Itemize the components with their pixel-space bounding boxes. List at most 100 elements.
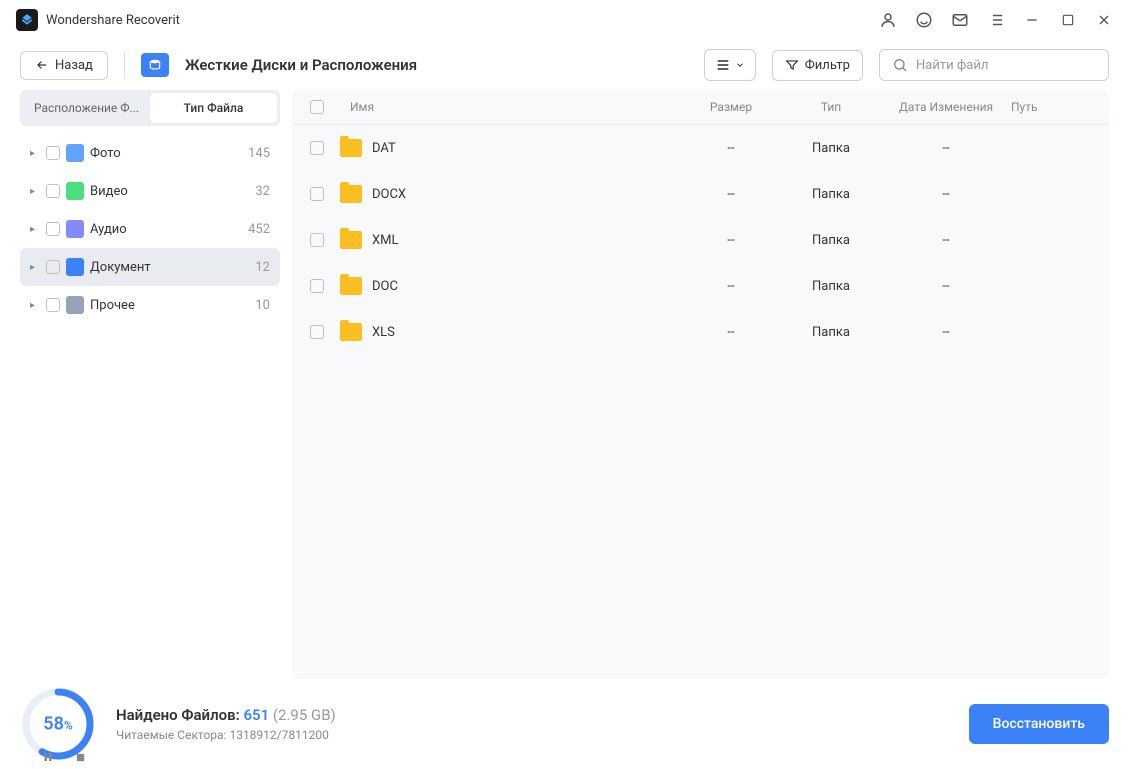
- checkbox[interactable]: [46, 260, 60, 274]
- row-date: --: [881, 325, 1011, 340]
- search-box[interactable]: [879, 49, 1109, 81]
- photo-icon: [66, 144, 84, 162]
- row-checkbox[interactable]: [310, 279, 324, 293]
- sidebar-item-other[interactable]: ▸ Прочее 10: [20, 286, 280, 324]
- sectors-line: Читаемые Сектора: 1318912/7811200: [116, 728, 949, 742]
- account-icon[interactable]: [879, 11, 897, 29]
- checkbox[interactable]: [46, 222, 60, 236]
- folder-icon: [340, 323, 362, 341]
- table-row[interactable]: DOC -- Папка --: [292, 263, 1109, 309]
- filter-label: Фильтр: [805, 58, 850, 73]
- sidebar-item-photo[interactable]: ▸ Фото 145: [20, 134, 280, 172]
- sidebar: Расположение Ф... Тип Файла ▸ Фото 145▸ …: [20, 90, 280, 679]
- maximize-icon[interactable]: [1059, 11, 1077, 29]
- row-checkbox[interactable]: [310, 233, 324, 247]
- row-checkbox[interactable]: [310, 141, 324, 155]
- chevron-right-icon: ▸: [30, 148, 40, 159]
- minimize-icon[interactable]: [1023, 11, 1041, 29]
- menu-list-icon[interactable]: [987, 11, 1005, 29]
- row-checkbox[interactable]: [310, 187, 324, 201]
- found-size: (2.95 GB): [273, 706, 336, 724]
- table-row[interactable]: DOCX -- Папка --: [292, 171, 1109, 217]
- row-date: --: [881, 279, 1011, 294]
- folder-icon: [340, 231, 362, 249]
- search-input[interactable]: [916, 58, 1096, 73]
- sidebar-item-label: Фото: [90, 146, 242, 161]
- sidebar-item-label: Прочее: [90, 298, 249, 313]
- table-row[interactable]: XML -- Папка --: [292, 217, 1109, 263]
- row-name: XLS: [372, 325, 395, 340]
- checkbox[interactable]: [46, 298, 60, 312]
- footer: 58% Найдено Файлов: 651 (2.95 GB) Читаем…: [0, 679, 1129, 769]
- checkbox[interactable]: [46, 184, 60, 198]
- row-type: Папка: [781, 325, 881, 340]
- row-type: Папка: [781, 187, 881, 202]
- row-date: --: [881, 141, 1011, 156]
- found-count: 651: [243, 706, 269, 724]
- row-size: --: [681, 233, 781, 248]
- mail-icon[interactable]: [951, 11, 969, 29]
- tab-filetype[interactable]: Тип Файла: [150, 93, 277, 123]
- col-name[interactable]: Имя: [340, 100, 681, 114]
- sidebar-item-count: 12: [255, 260, 270, 275]
- sectors-label: Читаемые Сектора:: [116, 728, 226, 742]
- stop-icon[interactable]: [72, 749, 88, 765]
- sidebar-tabs: Расположение Ф... Тип Файла: [20, 90, 280, 126]
- table-body: DAT -- Папка -- DOCX -- Папка -- XML -- …: [292, 125, 1109, 679]
- close-icon[interactable]: [1095, 11, 1113, 29]
- chevron-right-icon: ▸: [30, 300, 40, 311]
- sidebar-item-label: Видео: [90, 184, 249, 199]
- col-type[interactable]: Тип: [781, 100, 881, 114]
- sidebar-item-count: 32: [255, 184, 270, 199]
- breadcrumb: Жесткие Диски и Расположения: [185, 56, 417, 74]
- col-size[interactable]: Размер: [681, 100, 781, 114]
- col-path[interactable]: Путь: [1011, 100, 1091, 114]
- sidebar-item-count: 10: [255, 298, 270, 313]
- audio-icon: [66, 220, 84, 238]
- recover-button[interactable]: Восстановить: [969, 704, 1109, 744]
- row-date: --: [881, 187, 1011, 202]
- progress-unit: %: [64, 719, 73, 733]
- row-type: Папка: [781, 279, 881, 294]
- progress-percent: 58: [43, 714, 64, 735]
- folder-icon: [340, 277, 362, 295]
- table-row[interactable]: DAT -- Папка --: [292, 125, 1109, 171]
- disk-icon: [141, 53, 169, 77]
- folder-icon: [340, 139, 362, 157]
- pause-icon[interactable]: [40, 749, 56, 765]
- row-checkbox[interactable]: [310, 325, 324, 339]
- sidebar-tree: ▸ Фото 145▸ Видео 32▸ Аудио 452▸ Докумен…: [20, 134, 280, 679]
- folder-icon: [340, 185, 362, 203]
- toolbar: Назад Жесткие Диски и Расположения Фильт…: [0, 40, 1129, 90]
- row-name: XML: [372, 233, 399, 248]
- back-label: Назад: [55, 58, 93, 73]
- found-label: Найдено Файлов:: [116, 706, 240, 724]
- support-icon[interactable]: [915, 11, 933, 29]
- table-header: Имя Размер Тип Дата Изменения Путь: [292, 90, 1109, 125]
- row-type: Папка: [781, 141, 881, 156]
- col-date[interactable]: Дата Изменения: [881, 100, 1011, 114]
- sidebar-item-audio[interactable]: ▸ Аудио 452: [20, 210, 280, 248]
- sidebar-item-count: 452: [248, 222, 270, 237]
- sidebar-item-label: Аудио: [90, 222, 242, 237]
- sidebar-item-video[interactable]: ▸ Видео 32: [20, 172, 280, 210]
- row-name: DOCX: [372, 187, 406, 202]
- found-line: Найдено Файлов: 651 (2.95 GB): [116, 706, 949, 724]
- select-all-checkbox[interactable]: [310, 100, 324, 114]
- table-row[interactable]: XLS -- Папка --: [292, 309, 1109, 355]
- sidebar-item-doc[interactable]: ▸ Документ 12: [20, 248, 280, 286]
- filter-button[interactable]: Фильтр: [772, 50, 863, 81]
- chevron-right-icon: ▸: [30, 224, 40, 235]
- row-name: DAT: [372, 141, 396, 156]
- content: Имя Размер Тип Дата Изменения Путь DAT -…: [292, 90, 1109, 679]
- row-size: --: [681, 141, 781, 156]
- app-title: Wondershare Recoverit: [46, 13, 180, 28]
- checkbox[interactable]: [46, 146, 60, 160]
- tab-location[interactable]: Расположение Ф...: [23, 93, 150, 123]
- back-button[interactable]: Назад: [20, 51, 108, 80]
- sidebar-item-count: 145: [248, 146, 270, 161]
- view-mode-button[interactable]: [704, 49, 756, 81]
- main: Расположение Ф... Тип Файла ▸ Фото 145▸ …: [0, 90, 1129, 679]
- search-icon: [892, 57, 908, 73]
- sidebar-item-label: Документ: [90, 260, 249, 275]
